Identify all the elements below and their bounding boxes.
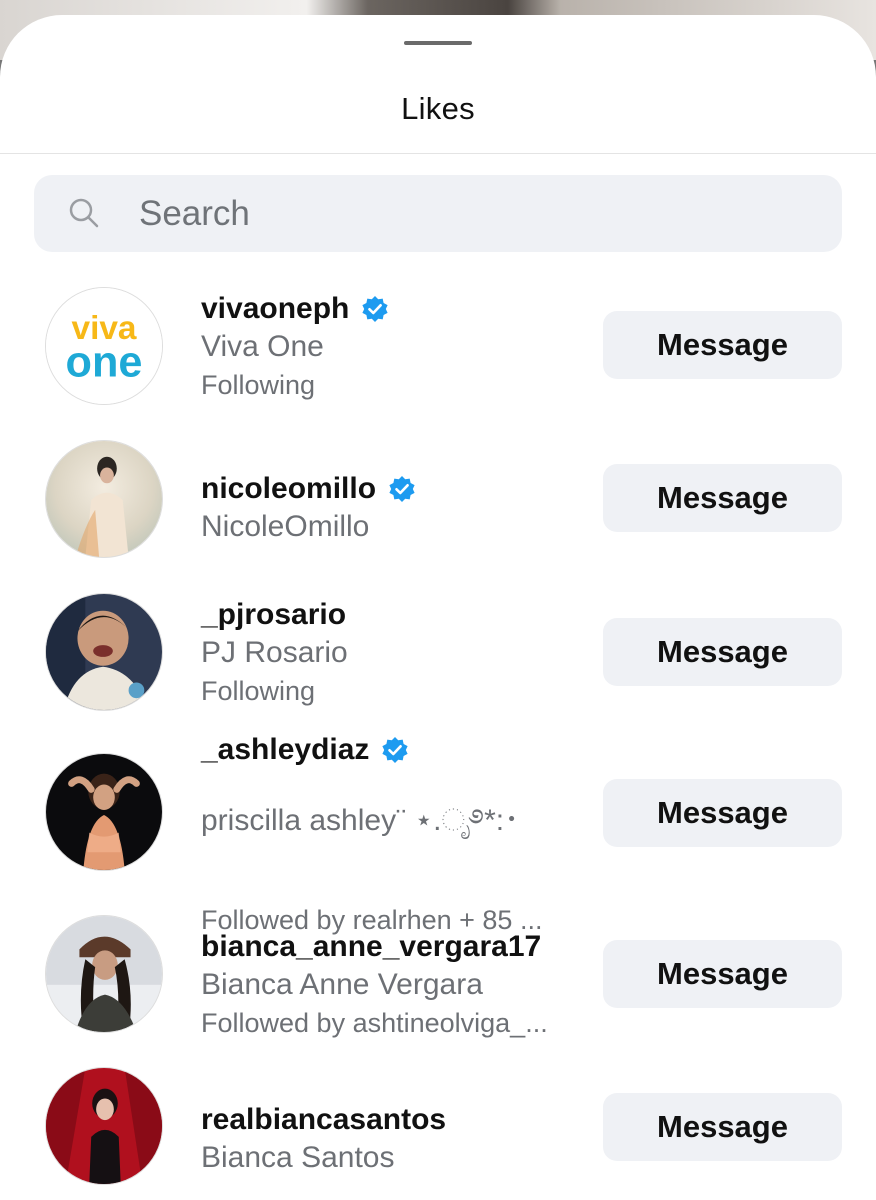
username[interactable]: bianca_anne_vergara17: [201, 930, 591, 964]
message-button[interactable]: Message: [603, 618, 842, 686]
user-info: realbiancasantos Bianca Santos: [201, 1103, 591, 1175]
avatar[interactable]: [45, 1067, 163, 1185]
user-info: bianca_anne_vergara17 Bianca Anne Vergar…: [201, 930, 591, 1039]
message-button[interactable]: Message: [603, 464, 842, 532]
avatar[interactable]: [45, 915, 163, 1033]
username[interactable]: realbiancasantos: [201, 1103, 591, 1137]
viva-one-logo: viva one: [46, 288, 162, 404]
username[interactable]: nicoleomillo: [201, 472, 591, 506]
sheet-drag-handle[interactable]: [404, 41, 472, 45]
profile-photo: [46, 594, 162, 710]
full-name: Viva One: [201, 330, 324, 363]
search-bar[interactable]: [34, 175, 842, 252]
search-input[interactable]: [137, 189, 801, 239]
avatar[interactable]: viva one: [45, 287, 163, 405]
avatar[interactable]: [45, 753, 163, 871]
profile-photo: [46, 916, 162, 1032]
profile-photo: [46, 441, 162, 557]
follow-status: Following: [201, 676, 316, 706]
full-name: Bianca Santos: [201, 1141, 395, 1174]
sheet-title: Likes: [401, 91, 475, 126]
username[interactable]: _pjrosario: [201, 598, 591, 632]
username[interactable]: vivaoneph: [201, 292, 591, 326]
profile-photo: [46, 1068, 162, 1184]
full-name: PJ Rosario: [201, 636, 348, 669]
full-name: priscilla ashley¨ ⋆.ೃ࿔*:･: [201, 804, 520, 837]
full-name: NicoleOmillo: [201, 510, 370, 543]
full-name: Bianca Anne Vergara: [201, 968, 483, 1001]
user-info: _ashleydiaz priscilla ashley¨ ⋆.ೃ࿔*:･ Fo…: [201, 733, 591, 936]
avatar[interactable]: [45, 440, 163, 558]
profile-photo: [46, 754, 162, 870]
user-info: _pjrosario PJ Rosario Following: [201, 598, 591, 707]
svg-text:one: one: [66, 338, 143, 386]
verified-badge-icon: [362, 296, 388, 322]
message-button[interactable]: Message: [603, 311, 842, 379]
username[interactable]: _ashleydiaz: [201, 733, 591, 767]
message-button[interactable]: Message: [603, 940, 842, 1008]
message-button[interactable]: Message: [603, 1093, 842, 1161]
verified-badge-icon: [382, 737, 409, 763]
user-info: vivaoneph Viva One Following: [201, 292, 591, 401]
verified-badge-icon: [389, 476, 415, 502]
likes-bottom-sheet: Likes viva one vivaoneph Viva On: [0, 15, 876, 1200]
header-divider: [0, 153, 876, 154]
search-icon: [69, 198, 99, 228]
user-info: nicoleomillo NicoleOmillo: [201, 472, 591, 544]
follow-status: Following: [201, 370, 316, 400]
message-button[interactable]: Message: [603, 779, 842, 847]
avatar[interactable]: [45, 593, 163, 711]
followed-by: Followed by ashtineolviga_...: [201, 1008, 548, 1038]
